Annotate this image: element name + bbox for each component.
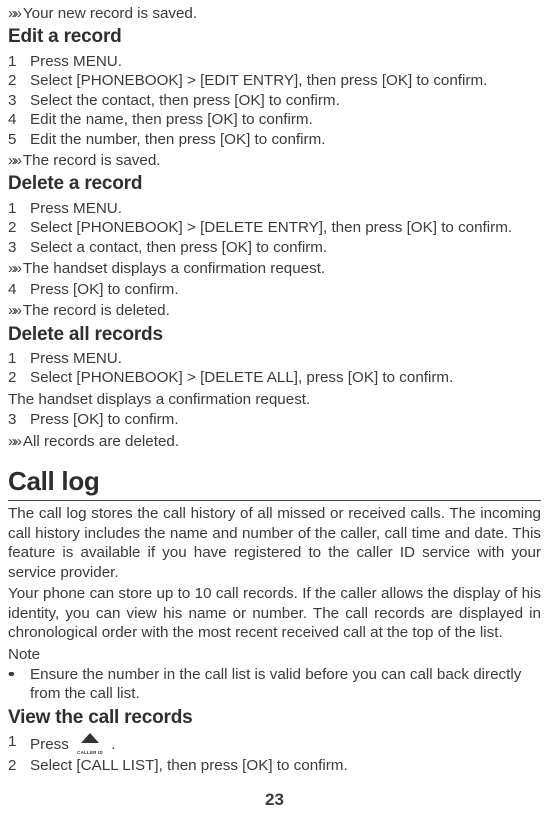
step-text: Select the contact, then press [OK] to c… xyxy=(30,91,340,110)
step-number: 2 xyxy=(8,218,30,237)
step-text: Select [PHONEBOOK] > [EDIT ENTRY], then … xyxy=(30,71,487,90)
step-number: 1 xyxy=(8,349,30,368)
list-item: 1Press MENU. xyxy=(8,52,541,71)
step-number: 4 xyxy=(8,280,30,299)
step-text: Press [OK] to confirm. xyxy=(30,410,179,429)
list-item: 4Press [OK] to confirm. xyxy=(8,280,541,299)
list-item: 1Press MENU. xyxy=(8,199,541,218)
list-item: 5Edit the number, then press [OK] to con… xyxy=(8,130,541,149)
step-number: 3 xyxy=(8,410,30,429)
step-text: Edit the name, then press [OK] to confir… xyxy=(30,110,313,129)
step-text: Edit the number, then press [OK] to conf… xyxy=(30,130,325,149)
bullet-icon: •• xyxy=(8,665,30,704)
plain-confirmation-request: The handset displays a confirmation requ… xyxy=(8,390,541,409)
list-item: 2Select [PHONEBOOK] > [DELETE ENTRY], th… xyxy=(8,218,541,237)
step-number: 1 xyxy=(8,732,30,756)
list-item: 1 Press CALLER ID . xyxy=(8,732,541,756)
chevron-result-icon: »» xyxy=(8,302,23,319)
list-item: 4Edit the name, then press [OK] to confi… xyxy=(8,110,541,129)
heading-view-call-records: View the call records xyxy=(8,706,541,730)
step-number: 2 xyxy=(8,368,30,387)
heading-underline xyxy=(8,500,541,501)
steps-edit-record: 1Press MENU. 2Select [PHONEBOOK] > [EDIT… xyxy=(8,52,541,149)
step-number: 1 xyxy=(8,52,30,71)
step-text: Press MENU. xyxy=(30,349,122,368)
step-text: Press MENU. xyxy=(30,199,122,218)
result-saved-new: »»Your new record is saved. xyxy=(8,4,541,23)
result-confirmation-request: »»The handset displays a confirmation re… xyxy=(8,259,541,278)
steps-delete-record-2: 4Press [OK] to confirm. xyxy=(8,280,541,299)
list-item: 2Select [PHONEBOOK] > [DELETE ALL], pres… xyxy=(8,368,541,387)
step-number: 5 xyxy=(8,130,30,149)
list-item: •• Ensure the number in the call list is… xyxy=(8,665,541,704)
note-label: Note xyxy=(8,645,541,664)
step-number: 2 xyxy=(8,756,30,775)
result-record-deleted: »»The record is deleted. xyxy=(8,301,541,320)
caller-id-up-icon: CALLER ID xyxy=(75,732,105,756)
note-text: Ensure the number in the call list is va… xyxy=(30,665,541,704)
step-text: Select [PHONEBOOK] > [DELETE ALL], press… xyxy=(30,368,453,387)
step-text: Press CALLER ID . xyxy=(30,732,116,756)
heading-delete-record: Delete a record xyxy=(8,172,541,196)
page-number: 23 xyxy=(8,789,541,811)
chevron-result-icon: »» xyxy=(8,152,23,169)
list-item: 2Select [PHONEBOOK] > [EDIT ENTRY], then… xyxy=(8,71,541,90)
note-list: •• Ensure the number in the call list is… xyxy=(8,665,541,704)
step-text: Select [CALL LIST], then press [OK] to c… xyxy=(30,756,348,775)
step-text: Press [OK] to confirm. xyxy=(30,280,179,299)
chevron-result-icon: »» xyxy=(8,5,23,22)
heading-call-log: Call log xyxy=(8,465,541,498)
step-number: 3 xyxy=(8,91,30,110)
step-number: 2 xyxy=(8,71,30,90)
list-item: 3Press [OK] to confirm. xyxy=(8,410,541,429)
heading-edit-record: Edit a record xyxy=(8,25,541,49)
step-text: Press MENU. xyxy=(30,52,122,71)
steps-delete-all-2: 3Press [OK] to confirm. xyxy=(8,410,541,429)
result-record-saved: »»The record is saved. xyxy=(8,151,541,170)
list-item: 2Select [CALL LIST], then press [OK] to … xyxy=(8,756,541,775)
steps-view-records: 1 Press CALLER ID . 2Select [CALL LIST],… xyxy=(8,732,541,775)
list-item: 1Press MENU. xyxy=(8,349,541,368)
steps-delete-record: 1Press MENU. 2Select [PHONEBOOK] > [DELE… xyxy=(8,199,541,257)
paragraph-call-log-1: The call log stores the call history of … xyxy=(8,504,541,582)
step-number: 3 xyxy=(8,238,30,257)
paragraph-call-log-2: Your phone can store up to 10 call recor… xyxy=(8,584,541,642)
result-all-deleted: »»All records are deleted. xyxy=(8,432,541,451)
step-text: Select a contact, then press [OK] to con… xyxy=(30,238,327,257)
steps-delete-all: 1Press MENU. 2Select [PHONEBOOK] > [DELE… xyxy=(8,349,541,388)
step-number: 1 xyxy=(8,199,30,218)
step-number: 4 xyxy=(8,110,30,129)
chevron-result-icon: »» xyxy=(8,260,23,277)
chevron-result-icon: »» xyxy=(8,433,23,450)
step-text: Select [PHONEBOOK] > [DELETE ENTRY], the… xyxy=(30,218,512,237)
list-item: 3Select the contact, then press [OK] to … xyxy=(8,91,541,110)
list-item: 3Select a contact, then press [OK] to co… xyxy=(8,238,541,257)
heading-delete-all-records: Delete all records xyxy=(8,323,541,347)
